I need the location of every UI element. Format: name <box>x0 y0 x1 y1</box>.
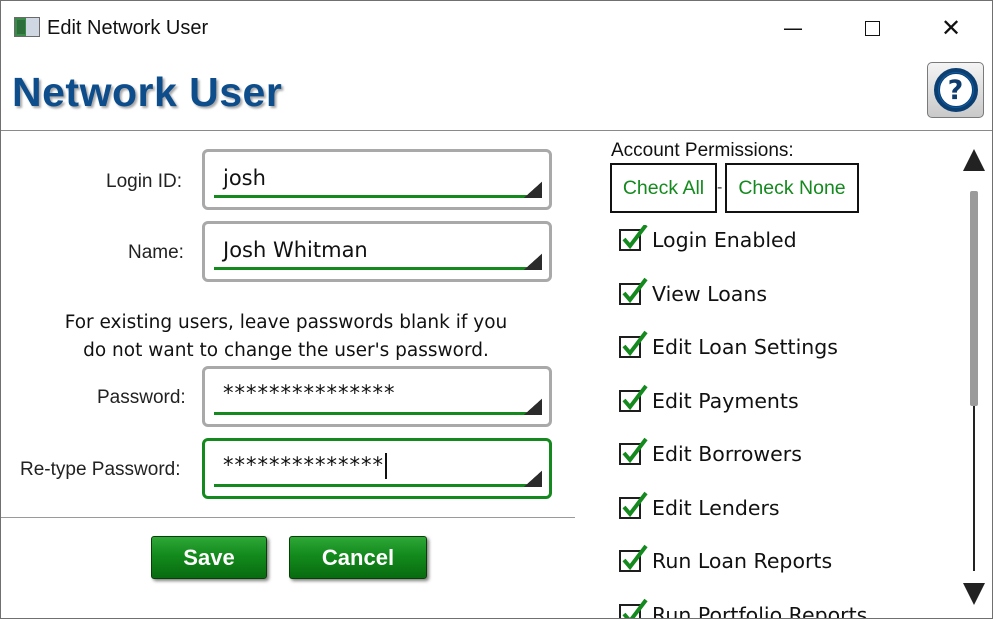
permission-label: Edit Lenders <box>652 496 780 520</box>
permission-item-edit-lenders[interactable]: Edit Lenders <box>619 491 780 523</box>
permission-item-run-loan-reports[interactable]: Run Loan Reports <box>619 544 833 576</box>
permission-item-edit-payments[interactable]: Edit Payments <box>619 384 799 416</box>
field-underline <box>214 195 533 198</box>
permission-label: Run Portfolio Reports <box>652 603 868 619</box>
retype-password-field[interactable]: ************** <box>202 438 552 499</box>
name-field[interactable]: Josh Whitman <box>202 221 552 282</box>
permission-label: Edit Borrowers <box>652 442 802 466</box>
retype-password-value-wrap: ************** <box>223 453 387 479</box>
login-id-value: josh <box>223 166 266 190</box>
password-note-line-1: For existing users, leave passwords blan… <box>64 312 508 333</box>
field-underline <box>214 267 533 270</box>
resize-corner-icon <box>522 469 542 487</box>
password-label: Password: <box>97 387 186 408</box>
help-button[interactable]: ? <box>927 62 984 118</box>
window-title: Edit Network User <box>47 17 209 39</box>
password-value: *************** <box>223 381 396 405</box>
help-glyph: ? <box>938 73 973 107</box>
checkbox-checked-icon[interactable] <box>619 491 648 519</box>
save-button[interactable]: Save <box>151 536 267 579</box>
retype-password-label: Re-type Password: <box>20 459 181 480</box>
permission-label: Run Loan Reports <box>652 549 833 573</box>
resize-corner-icon <box>522 397 542 415</box>
password-field[interactable]: *************** <box>202 366 552 427</box>
scroll-up-arrow-icon[interactable] <box>963 149 985 171</box>
checkbox-checked-icon[interactable] <box>619 437 648 465</box>
permission-item-edit-loan-settings[interactable]: Edit Loan Settings <box>619 330 838 362</box>
checkbox-checked-icon[interactable] <box>619 384 648 412</box>
text-caret <box>385 453 387 479</box>
title-bar: Edit Network User — ✕ <box>1 1 992 55</box>
permission-label: Edit Loan Settings <box>652 335 838 359</box>
login-id-label: Login ID: <box>106 171 183 192</box>
permissions-scrollbar[interactable] <box>959 141 991 618</box>
account-permissions-heading: Account Permissions: <box>611 140 794 161</box>
permission-item-view-loans[interactable]: View Loans <box>619 277 768 309</box>
retype-password-value: ************** <box>223 453 384 477</box>
resize-corner-icon <box>522 252 542 270</box>
resize-corner-icon <box>522 180 542 198</box>
scroll-thumb[interactable] <box>970 191 978 406</box>
question-circle-icon: ? <box>933 68 978 112</box>
permission-label: View Loans <box>652 282 768 306</box>
button-separator: - <box>717 179 723 196</box>
scroll-track[interactable] <box>973 406 975 571</box>
cancel-button[interactable]: Cancel <box>289 536 427 579</box>
maximize-icon <box>864 20 880 36</box>
permission-label: Edit Payments <box>652 389 799 413</box>
checkbox-checked-icon[interactable] <box>619 277 648 305</box>
checkbox-checked-icon[interactable] <box>619 598 648 618</box>
scroll-down-arrow-icon[interactable] <box>963 583 985 605</box>
permissions-list: Login Enabled View Loans Edit Loan Setti… <box>619 225 949 619</box>
app-icon <box>14 17 40 37</box>
field-underline <box>214 484 533 487</box>
permission-item-run-portfolio-reports[interactable]: Run Portfolio Reports <box>619 598 868 619</box>
field-underline <box>214 412 533 415</box>
close-button[interactable]: ✕ <box>911 1 991 55</box>
name-value: Josh Whitman <box>223 238 368 262</box>
checkbox-checked-icon[interactable] <box>619 330 648 358</box>
maximize-button[interactable] <box>832 1 912 55</box>
check-all-button[interactable]: Check All <box>610 163 717 213</box>
header-divider <box>1 130 992 131</box>
password-note: For existing users, leave passwords blan… <box>41 309 531 365</box>
edit-network-user-window: Edit Network User — ✕ Network User ? Log… <box>0 0 993 619</box>
page-title: Network User <box>12 69 283 115</box>
permission-item-edit-borrowers[interactable]: Edit Borrowers <box>619 437 802 469</box>
check-none-button[interactable]: Check None <box>725 163 859 213</box>
minimize-button[interactable]: — <box>753 1 833 55</box>
login-id-field[interactable]: josh <box>202 149 552 210</box>
name-label: Name: <box>128 242 184 263</box>
permission-label: Login Enabled <box>652 228 797 252</box>
permission-item-login-enabled[interactable]: Login Enabled <box>619 225 797 255</box>
password-note-line-2: do not want to change the user's passwor… <box>83 340 489 361</box>
checkbox-checked-icon[interactable] <box>619 544 648 572</box>
checkbox-checked-icon[interactable] <box>619 225 648 251</box>
form-divider <box>1 517 575 518</box>
